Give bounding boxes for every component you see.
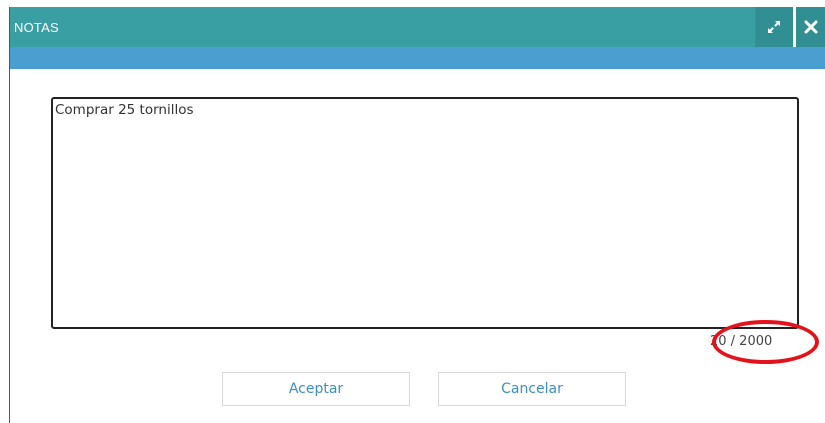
dialog-subbar — [10, 47, 825, 69]
accept-button[interactable]: Aceptar — [222, 372, 410, 406]
notes-textarea[interactable] — [51, 97, 799, 329]
close-button[interactable] — [796, 7, 825, 47]
cancel-button[interactable]: Cancelar — [438, 372, 626, 406]
dialog-title: NOTAS — [14, 20, 59, 35]
notes-dialog: NOTAS 20 / 2000 Aceptar Cancelar — [9, 7, 825, 423]
counter-highlight-circle — [712, 320, 819, 364]
expand-arrows-icon — [768, 21, 780, 33]
expand-button[interactable] — [755, 7, 793, 47]
close-x-icon — [804, 20, 818, 34]
dialog-titlebar: NOTAS — [10, 7, 825, 47]
